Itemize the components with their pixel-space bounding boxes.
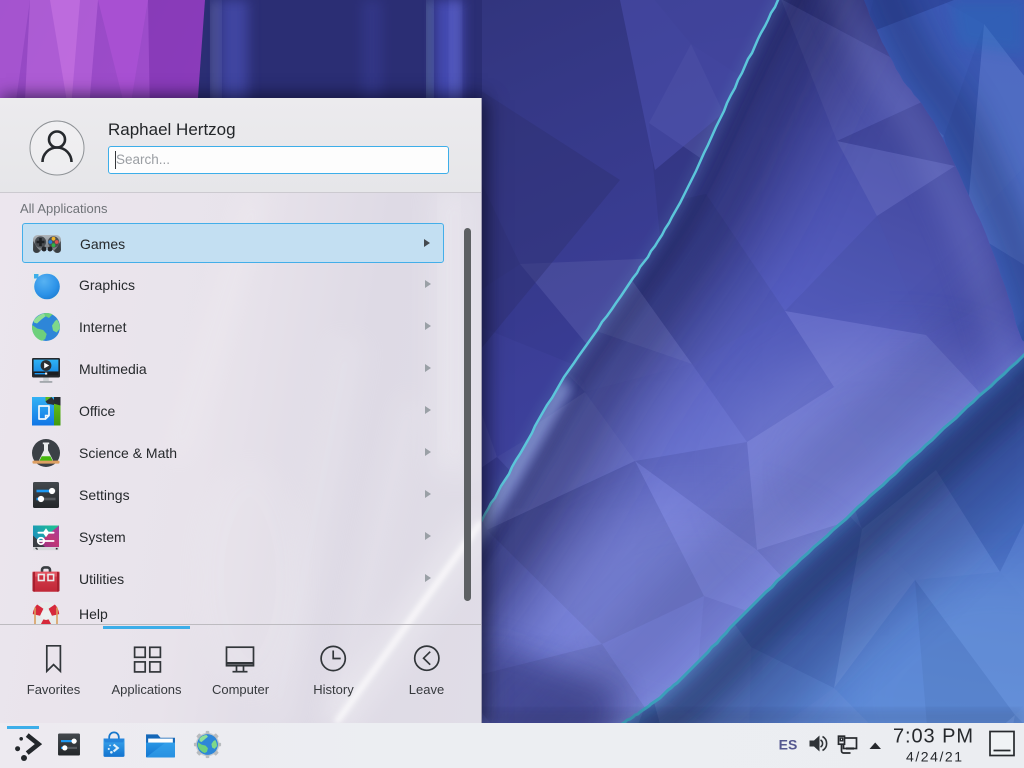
svg-text:7:03 PM: 7:03 PM (893, 726, 973, 748)
svg-text:4/24/21: 4/24/21 (906, 749, 962, 765)
svg-text:ES: ES (779, 737, 798, 753)
